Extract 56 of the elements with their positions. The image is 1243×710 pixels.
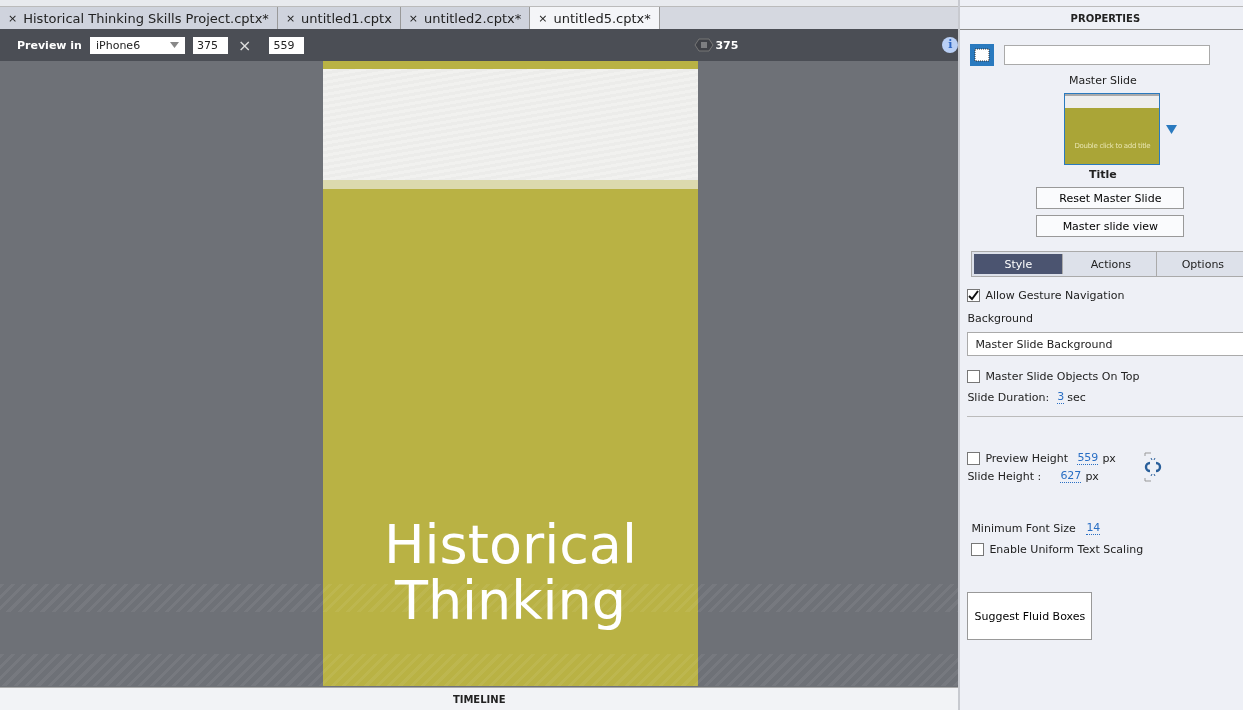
- slide-height-label: Slide Height :: [967, 469, 1043, 483]
- checkbox[interactable]: [967, 289, 981, 302]
- resize-handle[interactable]: [694, 38, 715, 52]
- panel-tab[interactable]: Actions: [1065, 252, 1158, 276]
- duration-value[interactable]: 3: [1057, 390, 1065, 404]
- height-field[interactable]: 559: [269, 36, 305, 54]
- panel-button[interactable]: Master slide view: [1036, 215, 1185, 237]
- object-icon[interactable]: [970, 44, 995, 66]
- name-field[interactable]: [1004, 45, 1211, 65]
- panel-tab[interactable]: Style: [974, 254, 1064, 274]
- checkbox[interactable]: [971, 543, 985, 556]
- close-icon[interactable]: ×: [408, 11, 419, 25]
- caret-icon: [170, 42, 179, 48]
- checkbox-label: Enable Uniform Text Scaling: [989, 543, 1144, 556]
- close-icon[interactable]: ×: [538, 11, 548, 25]
- checkbox[interactable]: [967, 451, 981, 465]
- width-readout: 375: [715, 38, 739, 52]
- slide-height-value[interactable]: 627: [1060, 469, 1082, 483]
- panel-tab[interactable]: Options: [1157, 252, 1243, 276]
- background-dropdown[interactable]: Master Slide Background: [967, 332, 1243, 356]
- close-icon[interactable]: ×: [8, 11, 18, 25]
- unit-label: sec: [1067, 390, 1086, 404]
- width-field[interactable]: 375: [193, 36, 228, 54]
- suggest-button[interactable]: Suggest Fluid Boxes: [967, 592, 1093, 640]
- times-sign: ×: [238, 35, 252, 55]
- preview-label: Preview in: [17, 38, 83, 52]
- tab-label: untitled5.cptx*: [553, 10, 651, 26]
- panel-button[interactable]: Reset Master Slide: [1036, 187, 1185, 209]
- timeline-bar[interactable]: TIMELINE: [0, 687, 959, 710]
- tab-label: untitled1.cptx: [301, 10, 392, 26]
- min-font-label: Minimum Font Size: [971, 521, 1077, 535]
- checkbox-label: Master Slide Objects On Top: [985, 370, 1140, 383]
- background-label: Background: [967, 312, 1034, 325]
- close-icon[interactable]: ×: [285, 11, 296, 25]
- preview-height-value[interactable]: 559: [1077, 451, 1099, 465]
- document-tab[interactable]: × Historical Thinking Skills Project.cptx*: [0, 7, 278, 29]
- checkbox[interactable]: [967, 370, 981, 383]
- dropdown-arrow-icon[interactable]: [1166, 124, 1178, 134]
- device-dropdown[interactable]: iPhone6: [90, 36, 185, 54]
- duration-label: Slide Duration:: [967, 390, 1050, 404]
- checkbox-label: Allow Gesture Navigation: [985, 289, 1125, 302]
- layout-name: Title: [1088, 168, 1118, 181]
- unlink-icon[interactable]: [1141, 452, 1164, 482]
- panel-title: PROPERTIES: [1070, 12, 1141, 24]
- slide-title: Historical Thinking: [383, 517, 638, 629]
- tab-label: untitled2.cptx*: [424, 10, 522, 26]
- min-font-value[interactable]: 14: [1086, 521, 1101, 535]
- timeline-label: TIMELINE: [452, 693, 506, 705]
- unit-label: px: [1102, 451, 1116, 465]
- document-tab[interactable]: × untitled5.cptx*: [530, 7, 660, 29]
- master-slide-label: Master Slide: [1067, 74, 1138, 87]
- document-tab[interactable]: × untitled2.cptx*: [400, 7, 531, 29]
- unit-label: px: [1085, 469, 1099, 483]
- document-tab[interactable]: × untitled1.cptx: [277, 7, 401, 29]
- tab-label: Historical Thinking Skills Project.cptx*: [23, 10, 269, 26]
- checkbox-label: Preview Height: [985, 451, 1070, 465]
